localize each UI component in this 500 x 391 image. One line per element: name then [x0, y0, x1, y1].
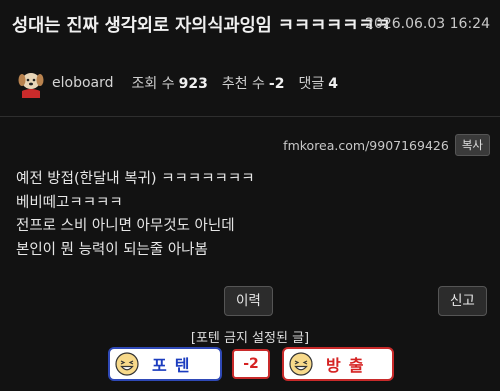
poten-ban-notice: [포텐 금지 설정된 글]: [190, 331, 310, 346]
puppy-avatar-icon[interactable]: [16, 68, 46, 98]
post-header: 성대는 진짜 생각외로 자의식과잉임 ㅋㅋㅋㅋㅋㅋㅋ 2026.06.03 16…: [12, 14, 490, 38]
laughing-face-icon: [115, 352, 139, 376]
bangchul-label: 방출: [326, 356, 372, 375]
copy-url-button[interactable]: 복사: [454, 134, 490, 156]
laughing-face-icon: [289, 352, 313, 376]
bangchul-vote-button[interactable]: 방출: [282, 347, 394, 381]
body-line: 본인이 뭔 능력이 되는줄 아나봄: [16, 241, 208, 258]
poten-vote-button[interactable]: 포텐: [108, 347, 222, 381]
recommend-count: 추천 수 -2: [221, 76, 285, 92]
vote-score: -2: [232, 349, 270, 379]
comment-count: 댓글 4: [298, 76, 338, 92]
view-count: 조회 수 923: [131, 76, 208, 92]
history-button[interactable]: 이력: [224, 286, 273, 316]
report-button[interactable]: 신고: [438, 286, 487, 316]
post-date: 2026.06.03 16:24: [365, 16, 490, 32]
header-divider: [0, 116, 500, 117]
body-line: 예전 방접(한달내 복귀) ㅋㅋㅋㅋㅋㅋㅋ: [16, 171, 255, 187]
post-url[interactable]: fmkorea.com/9907169426: [283, 138, 449, 153]
author-name[interactable]: eloboard: [52, 75, 114, 91]
post-meta: eloboard 조회 수 923 추천 수 -2 댓글 4: [16, 66, 352, 100]
vote-row: 포텐 -2 방출: [0, 347, 500, 381]
body-line: 전프로 스비 아니면 아무것도 아닌데: [16, 218, 235, 234]
post-url-row: fmkorea.com/9907169426 복사: [283, 134, 490, 156]
post-body: 예전 방접(한달내 복귀) ㅋㅋㅋㅋㅋㅋㅋ 베비떼고ㅋㅋㅋㅋ 전프로 스비 아니…: [16, 168, 255, 262]
body-line: 베비떼고ㅋㅋㅋㅋ: [16, 194, 123, 211]
poten-label: 포텐: [152, 356, 198, 375]
